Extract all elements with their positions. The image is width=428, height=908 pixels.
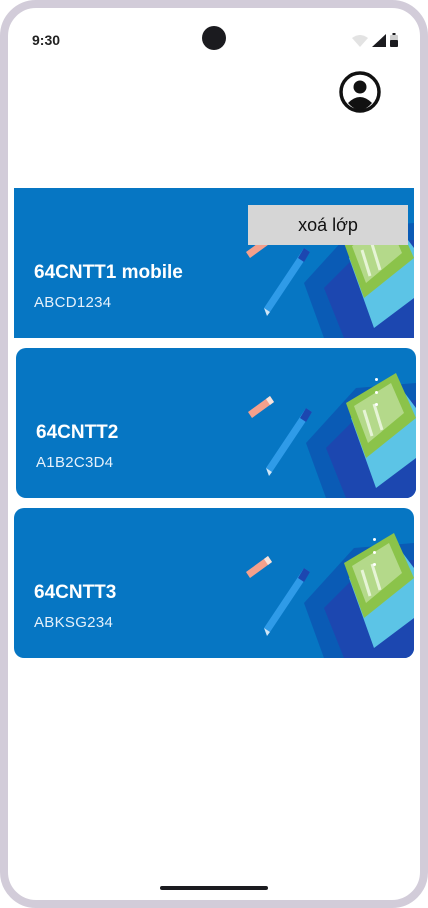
wifi-icon: [352, 35, 368, 47]
class-card[interactable]: 64CNTT2 A1B2C3D4: [16, 348, 416, 498]
account-circle-icon: [339, 71, 381, 113]
class-name: 64CNTT1 mobile: [34, 262, 183, 283]
status-icons: [352, 33, 398, 47]
status-time: 9:30: [32, 32, 61, 48]
class-name: 64CNTT2: [36, 422, 119, 443]
class-code: ABCD1234: [34, 294, 112, 311]
more-options-icon[interactable]: [372, 378, 380, 406]
phone-frame: 9:30 64CNTT1 mobile ABCD1234 xoá lớp 64C…: [0, 0, 428, 908]
front-camera: [202, 26, 226, 50]
class-card[interactable]: 64CNTT1 mobile ABCD1234 xoá lớp: [14, 188, 414, 338]
home-indicator[interactable]: [160, 886, 268, 890]
class-code: ABKSG234: [34, 614, 114, 631]
status-bar: 9:30: [8, 8, 420, 68]
battery-icon: [390, 33, 398, 47]
class-card[interactable]: 64CNTT3 ABKSG234: [14, 508, 414, 658]
class-banner-illustration: [248, 373, 416, 498]
more-options-icon[interactable]: [370, 538, 378, 566]
delete-class-button[interactable]: xoá lớp: [248, 205, 408, 245]
profile-button[interactable]: [338, 70, 382, 114]
class-code: A1B2C3D4: [36, 454, 114, 471]
class-name: 64CNTT3: [34, 582, 117, 603]
signal-icon: [372, 34, 386, 47]
class-banner-illustration: [246, 533, 414, 658]
